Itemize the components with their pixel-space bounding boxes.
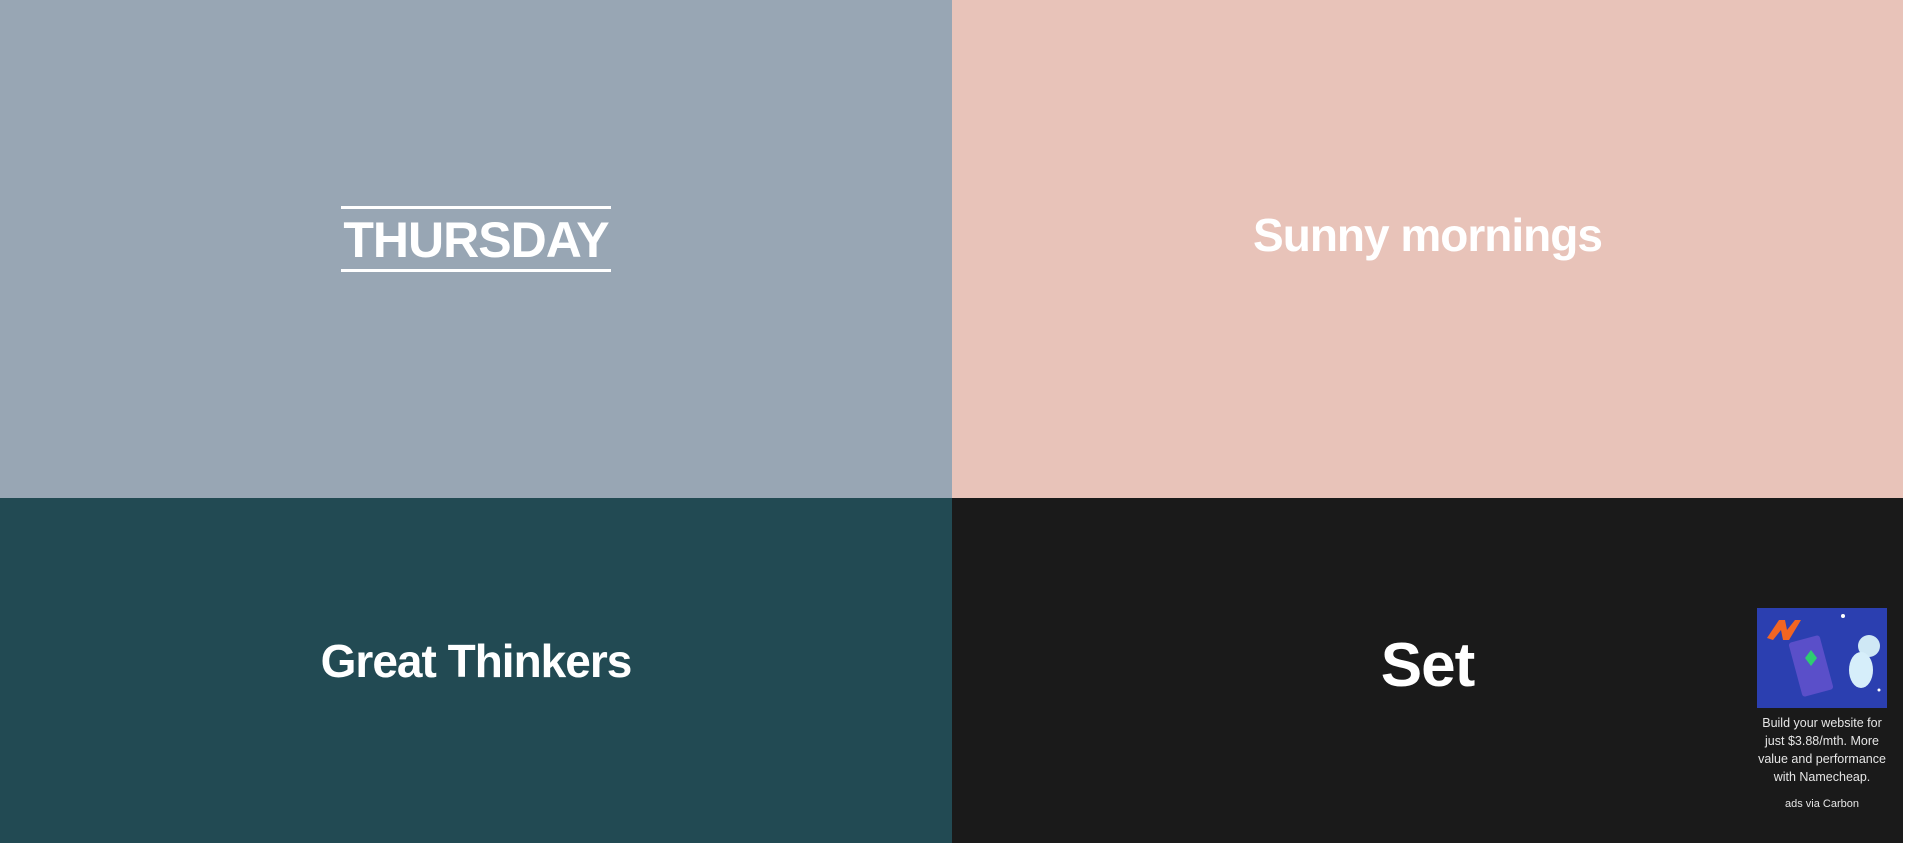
greeting-panel: Sunny mornings (952, 0, 1903, 498)
day-heading: THURSDAY (341, 206, 611, 272)
day-panel: THURSDAY (0, 0, 952, 498)
word-heading: Set (1380, 631, 1475, 700)
category-panel: Great Thinkers (0, 498, 952, 843)
carbon-ad[interactable]: Build your website for just $3.88/mth. M… (1752, 608, 1892, 813)
ad-text[interactable]: Build your website for just $3.88/mth. M… (1752, 714, 1892, 786)
category-heading: Great Thinkers (320, 634, 633, 687)
ad-attribution[interactable]: ads via Carbon (1752, 795, 1892, 813)
ad-image[interactable] (1757, 608, 1887, 708)
greeting-heading: Sunny mornings (1253, 209, 1603, 261)
